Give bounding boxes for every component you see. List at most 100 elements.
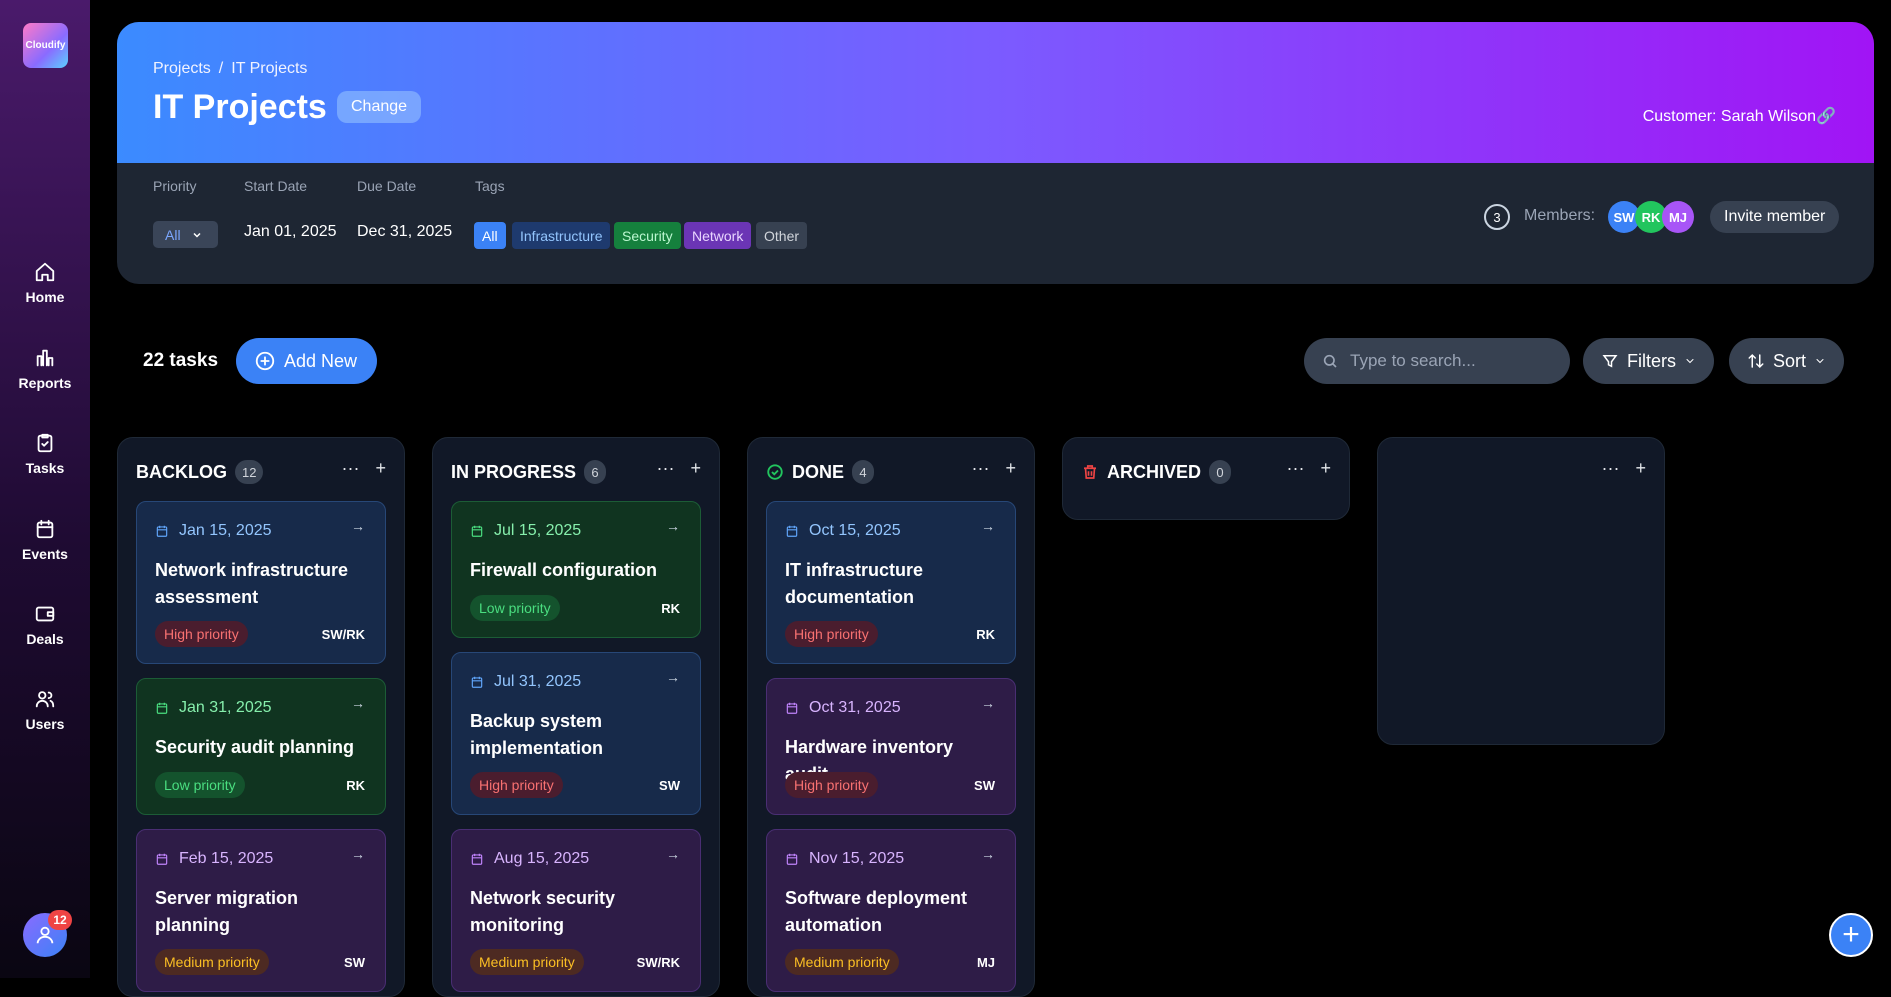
sidebar-item-label: Deals bbox=[26, 631, 64, 647]
filters-button[interactable]: Filters bbox=[1583, 338, 1714, 384]
open-arrow-icon[interactable]: → bbox=[981, 695, 995, 711]
add-card-icon[interactable]: + bbox=[1635, 458, 1646, 479]
card-date: Oct 31, 2025 bbox=[809, 699, 901, 716]
tag-network[interactable]: Network bbox=[684, 222, 752, 249]
tag-security[interactable]: Security bbox=[614, 222, 681, 249]
search-input[interactable] bbox=[1350, 351, 1550, 371]
page-title: IT Projects bbox=[153, 88, 327, 126]
add-card-icon[interactable]: + bbox=[375, 458, 386, 479]
task-card[interactable]: Feb 15, 2025 → Server migration planning… bbox=[136, 829, 386, 992]
task-card[interactable]: Jan 31, 2025 → Security audit planning L… bbox=[136, 678, 386, 815]
card-date: Jul 31, 2025 bbox=[494, 673, 582, 690]
more-icon[interactable]: ··· bbox=[1287, 458, 1305, 479]
breadcrumb-projects-link[interactable]: Projects bbox=[153, 60, 211, 77]
more-icon[interactable]: ··· bbox=[972, 458, 990, 479]
open-arrow-icon[interactable]: → bbox=[351, 695, 365, 711]
calendar-icon bbox=[471, 676, 483, 688]
card-title: Security audit planning bbox=[155, 737, 355, 757]
task-card[interactable]: Aug 15, 2025 → Network security monitori… bbox=[451, 829, 701, 992]
sort-button[interactable]: Sort bbox=[1729, 338, 1845, 384]
calendar-icon bbox=[156, 702, 168, 714]
chevron-down-icon bbox=[1686, 359, 1694, 364]
priority-badge: High priority bbox=[470, 772, 563, 798]
priority-badge: Low priority bbox=[470, 595, 560, 621]
priority-value: All bbox=[165, 226, 181, 243]
avatar[interactable]: MJ bbox=[1662, 201, 1694, 233]
card-date: Jan 31, 2025 bbox=[179, 699, 272, 716]
task-card[interactable]: Jul 15, 2025 → Firewall configuration Lo… bbox=[451, 501, 701, 638]
card-assignee: SW/RK bbox=[636, 955, 680, 970]
card-date: Nov 15, 2025 bbox=[809, 850, 905, 867]
column-title: IN PROGRESS bbox=[451, 461, 577, 482]
breadcrumb-current: IT Projects bbox=[231, 60, 308, 77]
sidebar-item-reports[interactable]: Reports bbox=[0, 334, 90, 404]
sidebar-item-label: Events bbox=[22, 546, 68, 562]
priority-label: Priority bbox=[153, 178, 197, 194]
priority-badge: High priority bbox=[785, 621, 878, 647]
task-card[interactable]: Jul 31, 2025 → Backup system implementat… bbox=[451, 652, 701, 815]
change-project-button[interactable]: Change bbox=[337, 91, 422, 123]
priority-badge: High priority bbox=[785, 772, 878, 798]
task-card[interactable]: Oct 31, 2025 → Hardware inventory audit … bbox=[766, 678, 1016, 815]
more-icon[interactable]: ··· bbox=[342, 458, 360, 479]
open-arrow-icon[interactable]: → bbox=[666, 669, 680, 685]
open-arrow-icon[interactable]: → bbox=[351, 846, 365, 862]
floating-add-button[interactable]: + bbox=[1829, 913, 1873, 957]
sort-arrows-icon bbox=[1748, 353, 1764, 369]
column-archived: ARCHIVED 0 ··· + bbox=[1062, 437, 1350, 520]
task-card[interactable]: Jan 15, 2025 → Network infrastructure as… bbox=[136, 501, 386, 664]
plus-circle-icon bbox=[255, 351, 275, 371]
due-date-label: Due Date bbox=[357, 178, 417, 194]
more-icon[interactable]: ··· bbox=[1602, 458, 1620, 479]
card-assignee: MJ bbox=[976, 955, 995, 970]
app-logo[interactable]: Cloudify bbox=[23, 23, 68, 68]
add-card-icon[interactable]: + bbox=[1320, 458, 1331, 479]
card-assignee: RK bbox=[976, 627, 995, 642]
invite-member-button[interactable]: Invite member bbox=[1710, 201, 1840, 233]
sidebar: Cloudify Home Reports Tasks Events Deals… bbox=[0, 0, 90, 978]
sidebar-item-users[interactable]: Users bbox=[0, 675, 90, 745]
card-title: Software deployment automation bbox=[785, 888, 968, 935]
tag-other[interactable]: Other bbox=[756, 222, 808, 249]
card-assignee: RK bbox=[661, 601, 680, 616]
priority-select[interactable]: All bbox=[153, 221, 218, 248]
check-circle-icon bbox=[767, 464, 783, 480]
card-title: IT infrastructure documentation bbox=[785, 560, 924, 607]
sidebar-item-events[interactable]: Events bbox=[0, 505, 90, 575]
members-label: Members: bbox=[1524, 207, 1596, 224]
open-arrow-icon[interactable]: → bbox=[981, 518, 995, 534]
home-icon bbox=[35, 262, 55, 282]
add-card-icon[interactable]: + bbox=[690, 458, 701, 479]
column-count: 0 bbox=[1209, 460, 1232, 484]
card-assignee: RK bbox=[346, 778, 365, 793]
tag-all[interactable]: All bbox=[474, 222, 506, 249]
header-banner: Projects / IT Projects IT Projects Change … bbox=[117, 22, 1874, 163]
filter-icon bbox=[1602, 355, 1618, 368]
card-assignee: SW bbox=[974, 778, 995, 793]
customer-link[interactable]: Customer: Sarah Wilson🔗 bbox=[1643, 106, 1836, 126]
add-card-icon[interactable]: + bbox=[1005, 458, 1016, 479]
column-in-progress: IN PROGRESS 6 ··· + Jul 15, 2025 → Firew… bbox=[432, 437, 720, 997]
sidebar-item-label: Tasks bbox=[25, 460, 65, 476]
start-date-label: Start Date bbox=[244, 178, 308, 194]
sidebar-item-home[interactable]: Home bbox=[0, 248, 90, 318]
calendar-icon bbox=[786, 853, 798, 865]
task-card[interactable]: Oct 15, 2025 → IT infrastructure documen… bbox=[766, 501, 1016, 664]
calendar-icon bbox=[471, 525, 483, 537]
open-arrow-icon[interactable]: → bbox=[666, 846, 680, 862]
card-date: Jan 15, 2025 bbox=[179, 522, 272, 539]
sidebar-item-tasks[interactable]: Tasks bbox=[0, 419, 90, 489]
task-card[interactable]: Nov 15, 2025 → Software deployment autom… bbox=[766, 829, 1016, 992]
sidebar-item-deals[interactable]: Deals bbox=[0, 590, 90, 660]
card-title: Server migration planning bbox=[155, 888, 299, 935]
trash-icon bbox=[1084, 465, 1096, 479]
tag-infrastructure[interactable]: Infrastructure bbox=[512, 222, 611, 249]
open-arrow-icon[interactable]: → bbox=[666, 518, 680, 534]
add-new-button[interactable]: Add New bbox=[236, 338, 377, 384]
priority-badge: Medium priority bbox=[155, 949, 269, 975]
users-icon bbox=[35, 691, 55, 708]
open-arrow-icon[interactable]: → bbox=[351, 518, 365, 534]
priority-badge: Medium priority bbox=[470, 949, 584, 975]
open-arrow-icon[interactable]: → bbox=[981, 846, 995, 862]
more-icon[interactable]: ··· bbox=[657, 458, 675, 479]
